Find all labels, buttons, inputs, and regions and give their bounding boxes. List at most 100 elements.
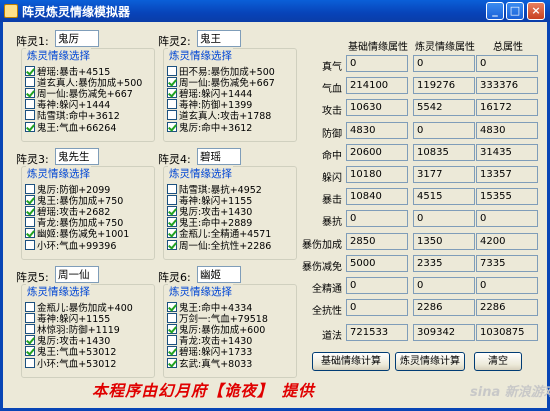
- bond-label: 鬼厉:命中+3612: [179, 122, 253, 134]
- checkbox[interactable]: [167, 65, 177, 76]
- checkbox[interactable]: [167, 99, 177, 110]
- stat-value[interactable]: 2850: [346, 232, 408, 250]
- checkbox[interactable]: [167, 239, 177, 250]
- stat-value[interactable]: 4200: [476, 232, 538, 250]
- checkbox[interactable]: [167, 76, 177, 87]
- stat-value[interactable]: 13357: [476, 166, 538, 183]
- stat-value[interactable]: 0: [476, 277, 538, 294]
- checkbox[interactable]: [167, 346, 177, 357]
- stat-value[interactable]: 16172: [476, 99, 538, 117]
- stat-value[interactable]: 0: [413, 121, 475, 139]
- stat-value[interactable]: 0: [413, 210, 475, 228]
- checkbox[interactable]: [25, 205, 35, 216]
- checkbox[interactable]: [25, 99, 35, 110]
- stat-value[interactable]: 333376: [476, 77, 538, 95]
- spirit-name-input[interactable]: 周一仙: [55, 266, 99, 283]
- checkbox[interactable]: [167, 335, 177, 346]
- window-title: 阵灵炼灵情缘模拟器: [22, 4, 131, 19]
- stat-value[interactable]: 214100: [346, 77, 408, 95]
- checkbox[interactable]: [167, 357, 177, 368]
- checkbox[interactable]: [167, 183, 177, 194]
- checkbox[interactable]: [25, 346, 35, 357]
- stat-value[interactable]: 4515: [413, 188, 475, 206]
- minimize-button[interactable]: _: [486, 2, 504, 20]
- checkbox[interactable]: [167, 301, 177, 312]
- checkbox[interactable]: [25, 239, 35, 250]
- checkbox[interactable]: [25, 110, 35, 121]
- stat-value[interactable]: 0: [346, 55, 408, 72]
- checkbox[interactable]: [25, 301, 35, 312]
- stat-value[interactable]: 721533: [346, 324, 408, 342]
- spirit-name-input[interactable]: 鬼王: [197, 30, 241, 47]
- checkbox[interactable]: [25, 87, 35, 98]
- checkbox[interactable]: [25, 357, 35, 368]
- item-list: 陆雪琪:暴抗+4952 毒神:躲闪+1155 鬼厉:攻击+1430 鬼王:命中+288…: [167, 183, 271, 252]
- stat-value[interactable]: 2335: [413, 254, 475, 272]
- stat-value[interactable]: 7335: [476, 254, 538, 272]
- stat-value[interactable]: 10180: [346, 166, 408, 183]
- stat-value[interactable]: 1030875: [476, 324, 538, 342]
- stat-value[interactable]: 2286: [413, 299, 475, 317]
- stat-value[interactable]: 4830: [346, 121, 408, 139]
- spirit-name-input[interactable]: 碧瑶: [197, 148, 241, 165]
- bond-checkbox-row[interactable]: 小环:气血+53012: [25, 357, 133, 370]
- stat-value[interactable]: 3177: [413, 166, 475, 183]
- stat-value[interactable]: 119276: [413, 77, 475, 95]
- stat-value[interactable]: 20600: [346, 143, 408, 161]
- checkbox[interactable]: [167, 228, 177, 239]
- checkbox[interactable]: [167, 110, 177, 121]
- bond-checkbox-row[interactable]: 玄武:真气+8033: [167, 357, 268, 370]
- stat-value[interactable]: 0: [346, 299, 408, 317]
- item-list: 金瓶儿:暴伤加成+400 毒神:躲闪+1155 林惊羽:防御+1119 鬼厉:攻击+1…: [25, 301, 133, 370]
- stat-value[interactable]: 10840: [346, 188, 408, 206]
- stat-value[interactable]: 4830: [476, 121, 538, 139]
- stat-value[interactable]: 5542: [413, 99, 475, 117]
- checkbox[interactable]: [25, 335, 35, 346]
- clear-button[interactable]: 清空: [474, 352, 522, 371]
- spirit-header: 阵灵6: 幽姬: [158, 266, 296, 284]
- checkbox[interactable]: [25, 217, 35, 228]
- stat-value[interactable]: 15355: [476, 188, 538, 206]
- checkbox[interactable]: [167, 312, 177, 323]
- close-button[interactable]: ×: [527, 2, 545, 20]
- stat-value[interactable]: 309342: [413, 324, 475, 342]
- checkbox[interactable]: [25, 323, 35, 334]
- stat-value[interactable]: 0: [413, 55, 475, 72]
- checkbox[interactable]: [167, 217, 177, 228]
- checkbox[interactable]: [25, 228, 35, 239]
- stat-value[interactable]: 2286: [476, 299, 538, 317]
- stat-value[interactable]: 5000: [346, 254, 408, 272]
- stat-value[interactable]: 31435: [476, 143, 538, 161]
- spirit-name-input[interactable]: 幽姬: [197, 266, 241, 283]
- stat-value[interactable]: 0: [346, 277, 408, 294]
- checkbox[interactable]: [167, 194, 177, 205]
- stat-value[interactable]: 0: [413, 277, 475, 294]
- stat-value[interactable]: 0: [476, 55, 538, 72]
- checkbox[interactable]: [167, 121, 177, 132]
- base-calc-button[interactable]: 基础情缘计算: [312, 352, 390, 371]
- checkbox[interactable]: [25, 312, 35, 323]
- checkbox[interactable]: [25, 194, 35, 205]
- stat-value[interactable]: 0: [476, 210, 538, 228]
- checkbox[interactable]: [167, 87, 177, 98]
- bond-checkbox-row[interactable]: 周一仙:全抗性+2286: [167, 239, 271, 252]
- bond-checkbox-row[interactable]: 鬼王:气血+66264: [25, 121, 142, 134]
- checkbox[interactable]: [25, 183, 35, 194]
- bond-checkbox-row[interactable]: 鬼厉:命中+3612: [167, 121, 275, 134]
- stat-value[interactable]: 10835: [413, 143, 475, 161]
- stat-value[interactable]: 1350: [413, 232, 475, 250]
- title-bar[interactable]: 阵灵炼灵情缘模拟器 _ □ ×: [0, 0, 550, 22]
- spirit-name-input[interactable]: 鬼厉: [55, 30, 99, 47]
- bond-checkbox-row[interactable]: 小环:气血+99396: [25, 239, 129, 252]
- checkbox[interactable]: [167, 323, 177, 334]
- checkbox[interactable]: [167, 205, 177, 216]
- maximize-button[interactable]: □: [506, 2, 524, 20]
- stat-value[interactable]: 0: [346, 210, 408, 228]
- checkbox[interactable]: [25, 121, 35, 132]
- checkbox[interactable]: [25, 65, 35, 76]
- checkbox[interactable]: [25, 76, 35, 87]
- footer-post: 提供: [281, 381, 315, 400]
- stat-value[interactable]: 10630: [346, 99, 408, 117]
- refine-calc-button[interactable]: 炼灵情缘计算: [395, 352, 465, 371]
- spirit-name-input[interactable]: 鬼先生: [55, 148, 99, 165]
